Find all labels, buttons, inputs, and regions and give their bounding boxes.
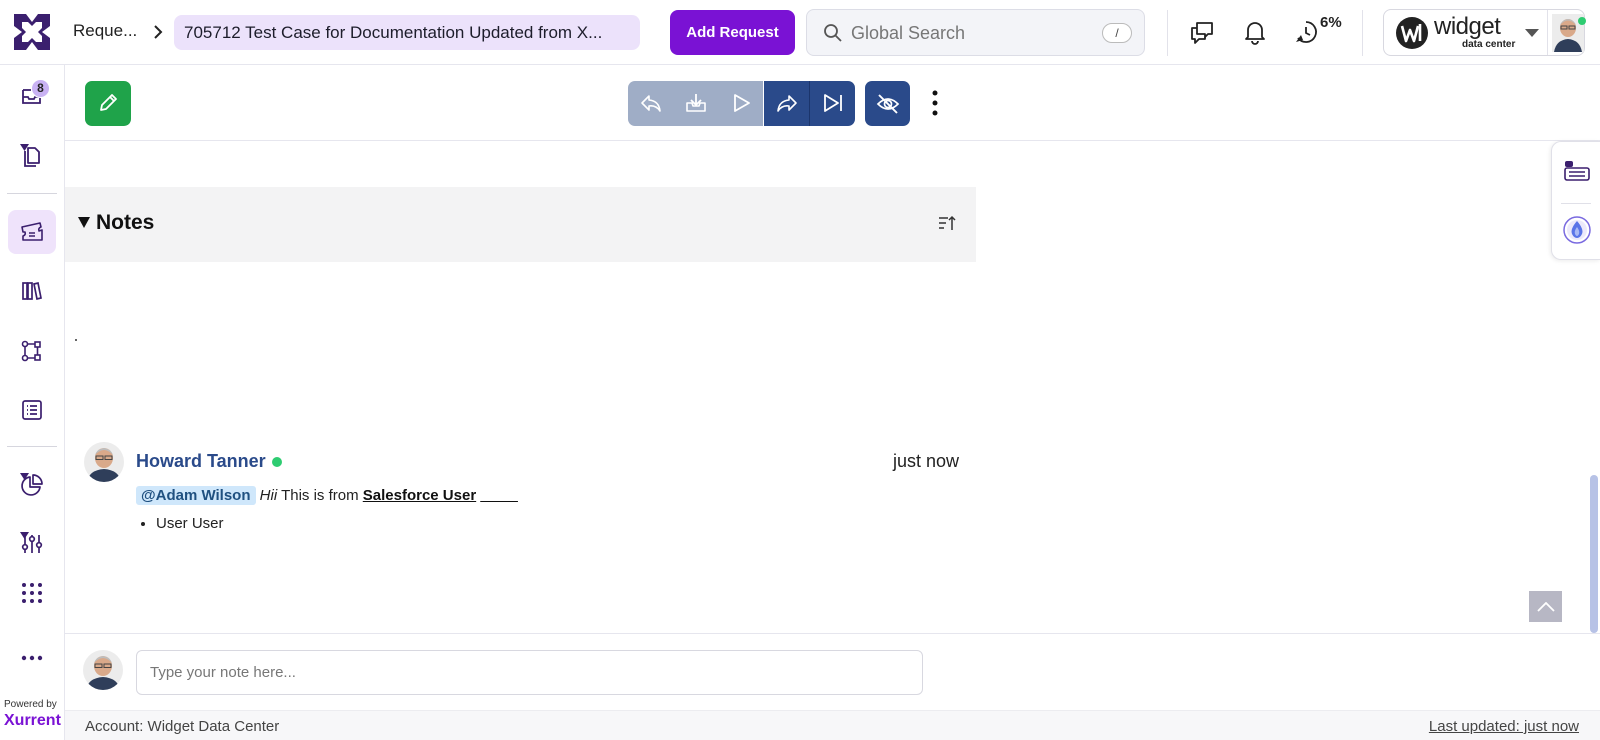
note-input[interactable]	[136, 650, 923, 695]
right-side-panel	[1551, 141, 1600, 260]
scrollbar-thumb[interactable]	[1590, 475, 1598, 633]
breadcrumb-root[interactable]: Reque...	[73, 21, 137, 41]
timer-percent: 6%	[1320, 14, 1342, 31]
caret-down-icon	[20, 532, 29, 539]
search-input[interactable]	[851, 18, 1091, 48]
note-entry: Howard Tanner just now @Adam Wilson Hii …	[65, 440, 976, 550]
caret-down-icon	[20, 144, 29, 151]
avatar-icon	[84, 442, 124, 482]
ai-assistant-icon[interactable]	[1562, 215, 1592, 245]
note-link-trailing[interactable]: __ __	[480, 487, 518, 504]
divider	[7, 446, 57, 447]
empty-content-marker	[75, 339, 77, 341]
divider	[1561, 203, 1591, 204]
hide-button[interactable]	[865, 81, 910, 126]
note-link[interactable]: Salesforce User	[363, 487, 476, 504]
current-user-avatar	[83, 650, 123, 690]
chevron-right-icon	[154, 25, 163, 39]
sidebar-item-apps[interactable]	[8, 571, 56, 615]
divider	[1362, 10, 1363, 56]
bell-icon[interactable]	[1241, 18, 1269, 46]
sidebar-item-inbox[interactable]: 8	[8, 74, 56, 118]
add-request-button[interactable]: Add Request	[670, 10, 795, 55]
forward-icon	[777, 95, 797, 112]
skip-to-end-button[interactable]	[810, 81, 855, 126]
divider	[1167, 10, 1168, 56]
last-updated-link[interactable]: Last updated: just now	[1429, 718, 1579, 735]
sort-icon[interactable]	[937, 214, 957, 234]
sidebar-item-requests[interactable]	[8, 210, 56, 254]
breadcrumb-current-request[interactable]: 705712 Test Case for Documentation Updat…	[174, 15, 640, 50]
status-footer: Account: Widget Data Center Last updated…	[65, 710, 1600, 740]
grid-dots-icon	[22, 583, 42, 603]
account-label: Account: Widget Data Center	[85, 718, 280, 735]
play-icon	[734, 94, 750, 112]
widget-logo-icon	[1396, 17, 1428, 49]
action-button-group	[628, 81, 855, 126]
note-italic-text: Hii	[259, 487, 278, 504]
notes-title: Notes	[96, 211, 155, 234]
download-tray-icon	[686, 94, 706, 112]
online-status-dot	[272, 457, 282, 467]
download-button[interactable]	[673, 81, 718, 126]
caret-down-icon	[20, 473, 29, 480]
app-logo[interactable]	[12, 12, 52, 52]
user-avatar[interactable]	[1547, 10, 1586, 55]
caret-down-icon[interactable]	[1525, 28, 1539, 38]
sidebar-item-more[interactable]	[8, 636, 56, 680]
details-card-icon[interactable]	[1562, 156, 1592, 186]
note-author-avatar[interactable]	[84, 442, 124, 482]
chat-icon[interactable]	[1188, 18, 1216, 46]
notes-section-header[interactable]: Notes	[65, 187, 976, 262]
reply-button[interactable]	[628, 81, 673, 126]
search-shortcut-hint: /	[1102, 23, 1132, 43]
more-horizontal-icon	[21, 655, 43, 661]
note-plain-text: This is from	[281, 487, 359, 504]
ticket-icon	[21, 222, 43, 241]
note-composer	[65, 633, 1600, 710]
account-switcher[interactable]: widget data center	[1383, 9, 1586, 56]
powered-by-label: Powered by	[4, 699, 57, 710]
skip-to-end-icon	[824, 94, 842, 112]
app-root: Reque... 705712 Test Case for Documentat…	[0, 0, 1600, 740]
chevron-up-icon	[1537, 602, 1555, 612]
sidebar-item-analytics[interactable]	[8, 463, 56, 507]
user-mention[interactable]: @Adam Wilson	[136, 486, 256, 505]
vendor-logo-text[interactable]: Xurrent	[4, 712, 61, 730]
note-bullet-list: User User	[156, 515, 224, 532]
online-status-dot	[1578, 17, 1586, 25]
play-button[interactable]	[718, 81, 763, 126]
sidebar-item-forms[interactable]	[8, 388, 56, 432]
avatar-icon	[83, 650, 123, 690]
divider	[7, 193, 57, 194]
sidebar-item-settings[interactable]	[8, 522, 56, 566]
reply-icon	[641, 95, 661, 112]
edit-button[interactable]	[85, 81, 131, 126]
inbox-count-badge: 8	[31, 79, 50, 98]
scroll-to-top-button[interactable]	[1529, 591, 1562, 622]
brand-subtitle: data center	[1462, 39, 1516, 50]
search-icon	[824, 24, 842, 42]
library-icon	[22, 281, 42, 301]
top-bar: Reque... 705712 Test Case for Documentat…	[0, 0, 1600, 65]
note-text: @Adam Wilson Hii This is from Salesforce…	[136, 485, 518, 507]
sidebar-item-library[interactable]	[8, 269, 56, 313]
collapse-triangle-icon[interactable]	[78, 217, 90, 228]
left-sidebar: 8 Powered by Xurrent	[0, 65, 65, 740]
request-toolbar	[65, 65, 1600, 141]
pencil-icon	[100, 94, 117, 111]
timer-icon[interactable]	[1292, 18, 1320, 46]
forward-button[interactable]	[764, 81, 809, 126]
sidebar-item-workflows[interactable]	[8, 329, 56, 373]
note-author-name[interactable]: Howard Tanner	[136, 451, 266, 472]
form-icon	[22, 400, 42, 420]
sidebar-item-documents[interactable]	[8, 134, 56, 178]
eye-off-icon	[876, 94, 900, 114]
workflow-icon	[21, 340, 41, 362]
note-timestamp: just now	[892, 451, 959, 471]
list-item: User User	[156, 515, 224, 532]
more-vertical-icon[interactable]	[927, 89, 943, 117]
brand-name: widget	[1434, 13, 1501, 40]
global-search[interactable]: /	[806, 9, 1145, 56]
